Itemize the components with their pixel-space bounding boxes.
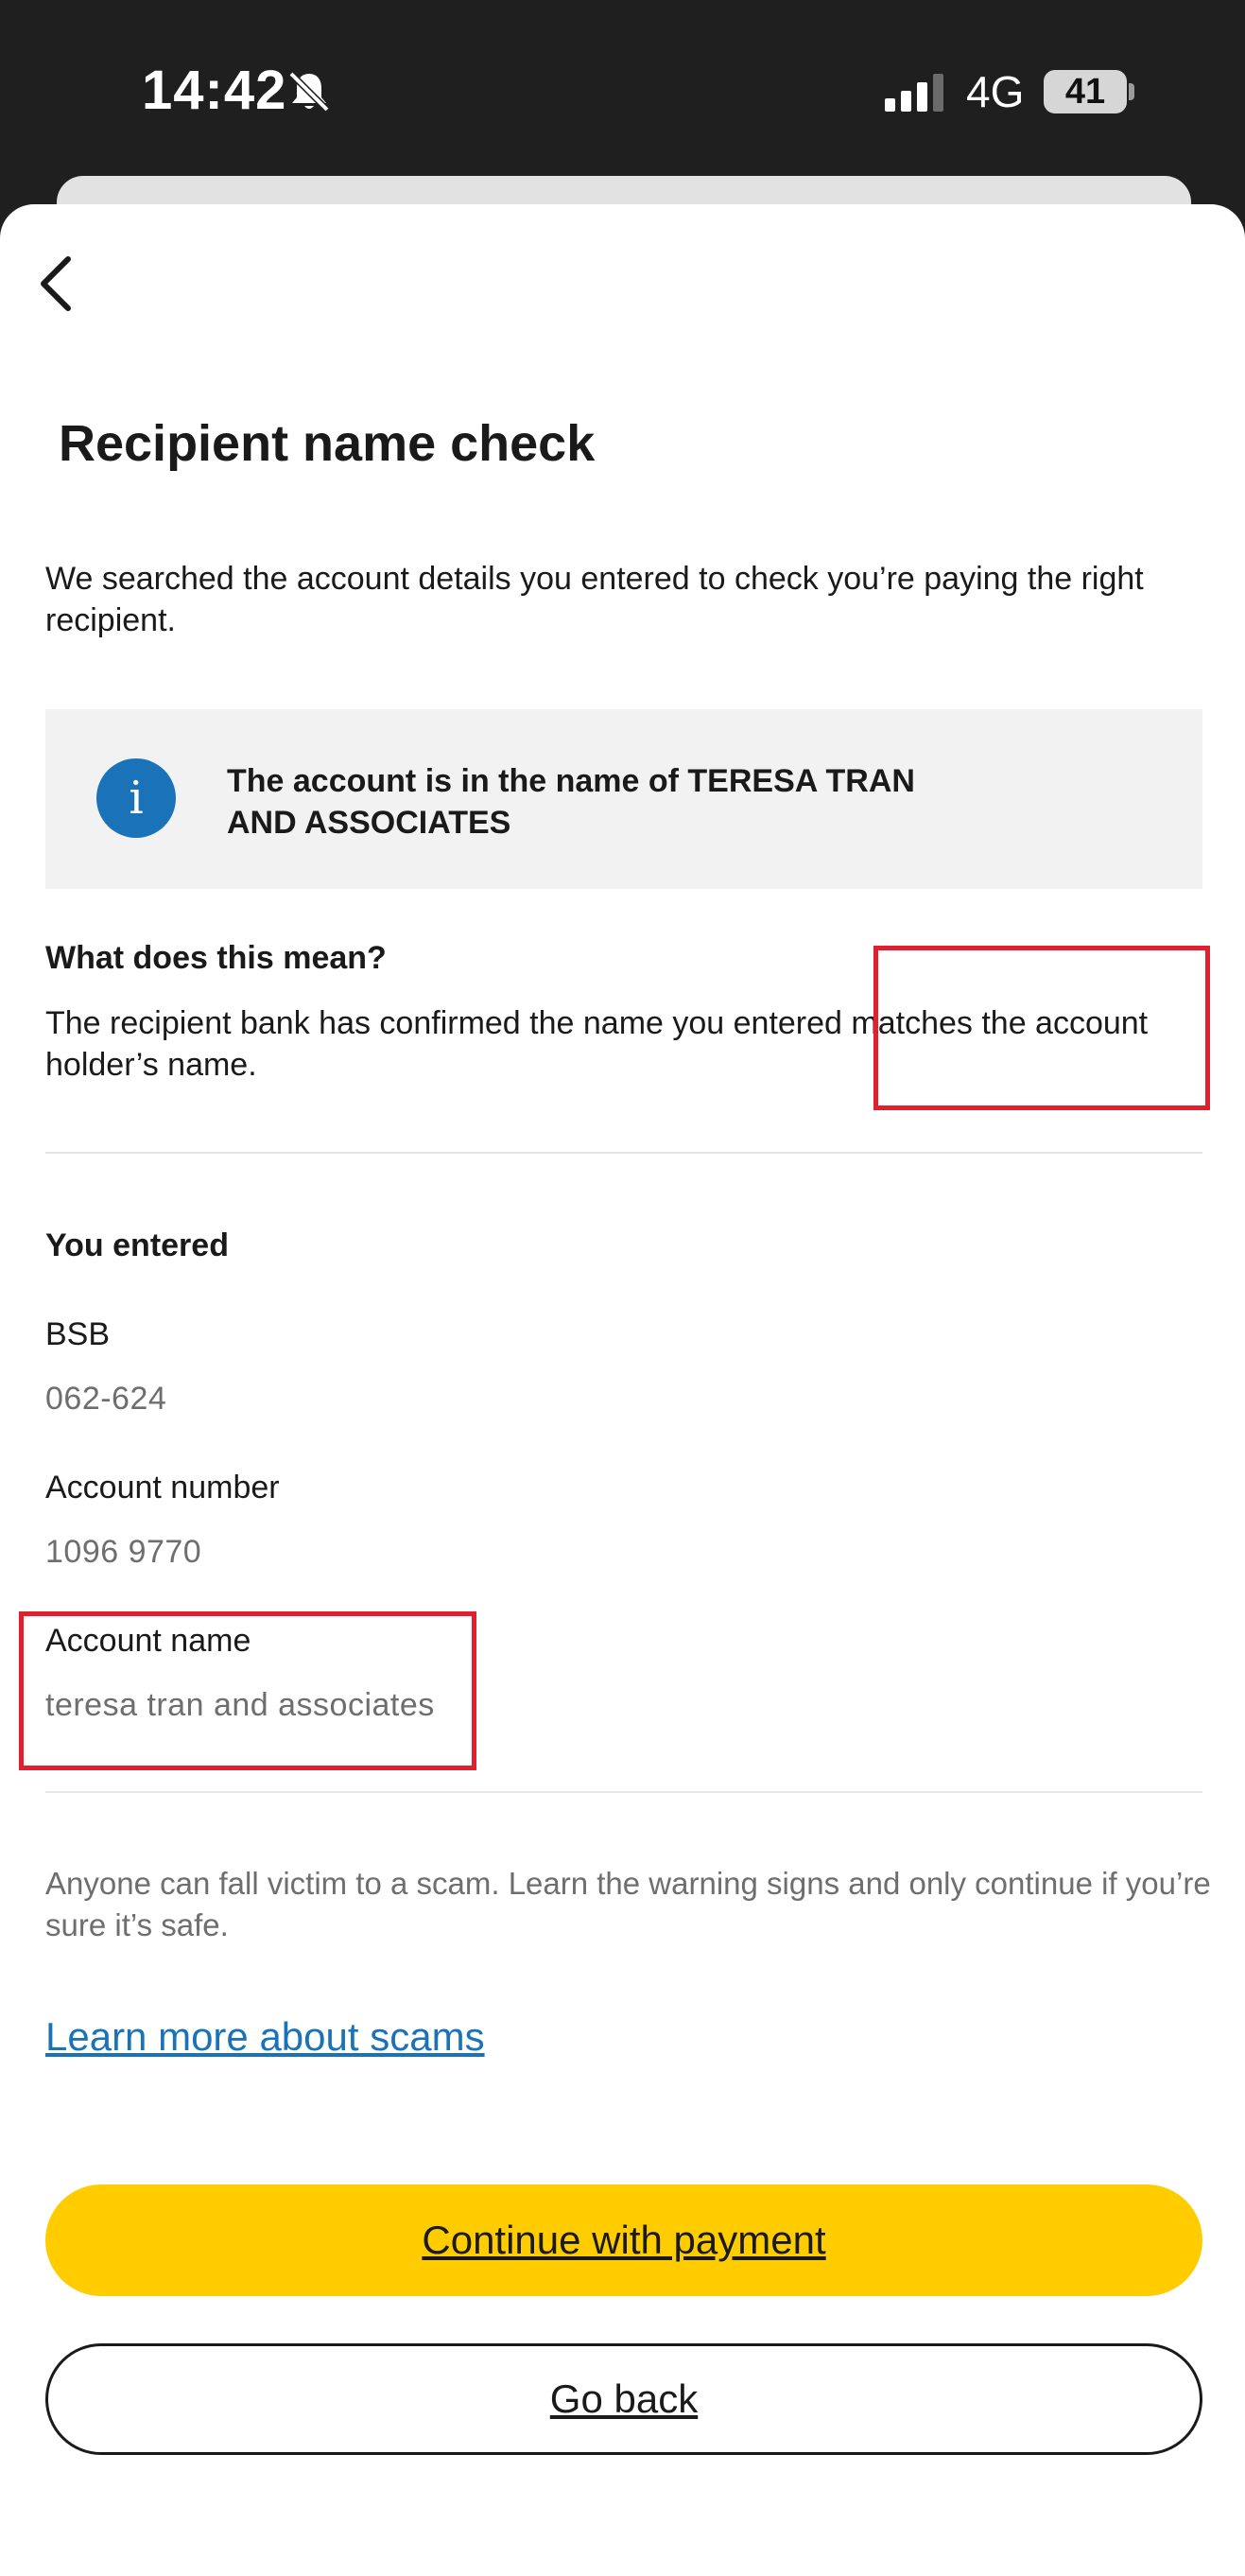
scam-warning-text: Anyone can fall victim to a scam. Learn …	[45, 1866, 1211, 1942]
page-title: Recipient name check	[59, 415, 596, 472]
info-banner-text: The account is in the name of TERESA TRA…	[227, 760, 945, 844]
battery-cap	[1129, 83, 1134, 100]
info-line-1: The account is in the name of TERESA TRA…	[227, 763, 915, 799]
info-icon: i	[96, 758, 176, 838]
status-time: 14:42	[142, 60, 287, 121]
explanation-heading: What does this mean?	[45, 940, 387, 976]
battery-icon: 41	[1044, 70, 1127, 113]
continue-with-payment-button[interactable]: Continue with payment	[45, 2184, 1202, 2296]
bsb-value: 062-624	[45, 1381, 167, 1417]
divider	[45, 1152, 1202, 1154]
bsb-label: BSB	[45, 1316, 111, 1352]
learn-more-scams-link[interactable]: Learn more about scams	[45, 2014, 485, 2060]
silent-bell-icon	[288, 71, 330, 113]
go-back-button[interactable]: Go back	[45, 2343, 1202, 2455]
account-number-value: 1096 9770	[45, 1534, 202, 1570]
account-number-label: Account number	[45, 1470, 280, 1506]
back-arrow-icon[interactable]	[28, 248, 89, 320]
annotation-box-account-name	[19, 1611, 476, 1770]
status-bar: 14:42 4G 41	[0, 0, 1245, 176]
you-entered-heading: You entered	[45, 1227, 229, 1263]
intro-text: We searched the account details you ente…	[45, 561, 1144, 638]
divider	[45, 1791, 1202, 1793]
battery-level: 41	[1064, 72, 1106, 112]
annotation-box-match	[873, 946, 1210, 1110]
info-line-2: AND ASSOCIATES	[227, 805, 511, 841]
cellular-signal-icon	[885, 74, 943, 112]
network-type: 4G	[966, 67, 1025, 116]
